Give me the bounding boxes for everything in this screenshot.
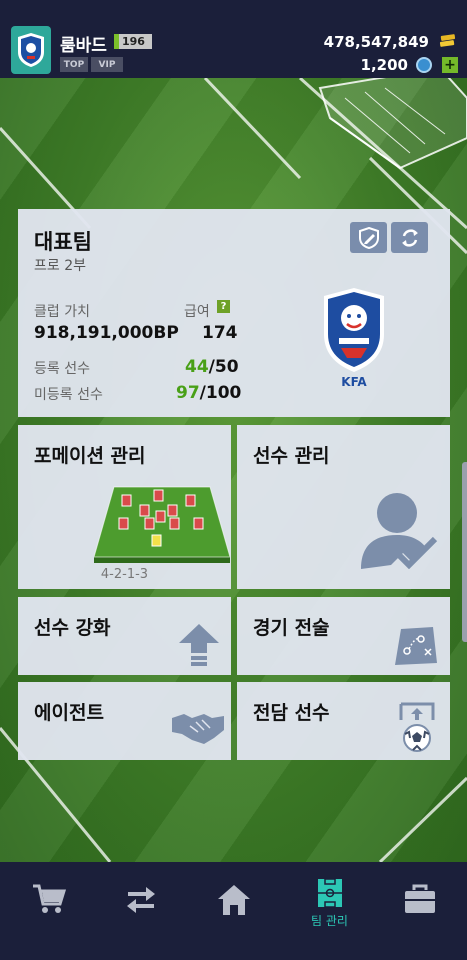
club-value-label: 클럽 가치	[34, 304, 90, 320]
rank-tag: TOP	[60, 57, 88, 72]
club-value: 918,191,000BP	[34, 323, 179, 343]
arrow-up-icon	[179, 624, 219, 666]
nav-transfer[interactable]	[94, 862, 187, 960]
match-tactics-title: 경기 전술	[253, 617, 330, 639]
agent-card[interactable]: 에이전트	[18, 682, 231, 760]
player-upgrade-card[interactable]: 선수 강화	[18, 597, 231, 675]
coin-amount: 478,547,849	[323, 33, 429, 51]
team-pitch-icon	[317, 878, 342, 908]
fc-amount: 1,200	[360, 56, 408, 74]
team-info-card[interactable]: 대표팀 프로 2부 클럽 가치 급여 ? 918,191,000BP 174 등…	[18, 209, 450, 417]
locker-icon	[404, 884, 435, 913]
handshake-icon	[172, 714, 224, 744]
bottom-navigation: 팀 관리	[0, 862, 467, 960]
nav-team-label: 팀 관리	[311, 914, 348, 928]
salary-help-icon[interactable]: ?	[217, 300, 230, 313]
level-badge: 196	[114, 34, 152, 49]
salary-label: 급여	[184, 304, 210, 320]
unregistered-players-count: 97/100	[176, 383, 242, 403]
exclusive-player-title: 전담 선수	[253, 702, 330, 724]
tactics-board-icon	[395, 627, 437, 665]
transfer-arrows-icon	[126, 887, 155, 913]
exclusive-player-card[interactable]: 전담 선수	[237, 682, 450, 760]
nav-home[interactable]	[187, 862, 280, 960]
nav-inventory[interactable]	[373, 862, 466, 960]
switch-team-button[interactable]	[391, 222, 428, 253]
team-title: 대표팀	[34, 230, 92, 254]
nav-shop[interactable]	[2, 862, 95, 960]
player-upgrade-title: 선수 강화	[34, 617, 111, 639]
club-emblem[interactable]	[11, 26, 51, 74]
svg-text:KFA: KFA	[341, 375, 367, 389]
registered-players-count: 44/50	[185, 357, 239, 377]
vip-tag: VIP	[91, 57, 123, 72]
coin-stack-icon	[439, 34, 456, 47]
formation-name: 4-2-1-3	[100, 567, 149, 582]
cart-icon	[32, 884, 66, 913]
side-panel-handle[interactable]	[462, 462, 467, 642]
team-division: 프로 2부	[34, 258, 86, 274]
top-bar: 룸바드 196 TOP VIP 478,547,849 1,200 +	[0, 0, 467, 78]
nav-team-management[interactable]: 팀 관리	[283, 862, 376, 960]
player-management-title: 선수 관리	[253, 445, 330, 467]
goal-net	[318, 78, 467, 170]
formation-pitch-icon	[94, 486, 230, 563]
agent-title: 에이전트	[34, 702, 104, 724]
swap-icon	[401, 228, 418, 247]
club-name: 룸바드	[60, 36, 107, 56]
formation-title: 포메이션 관리	[34, 445, 146, 467]
home-icon	[217, 885, 250, 915]
kfa-emblem: KFA	[324, 288, 384, 389]
salary-value: 174	[202, 323, 238, 343]
unregistered-players-label: 미등록 선수	[34, 387, 103, 403]
fc-coin-icon	[416, 57, 432, 73]
registered-players-label: 등록 선수	[34, 361, 90, 377]
goal-ball-icon	[399, 702, 435, 752]
match-tactics-card[interactable]: 경기 전술	[237, 597, 450, 675]
player-management-card[interactable]: 선수 관리	[237, 425, 450, 589]
player-check-icon	[361, 493, 438, 569]
add-currency-button[interactable]: +	[442, 57, 458, 73]
formation-management-card[interactable]: 포메이션 관리 4-2-1-3	[18, 425, 231, 589]
edit-shield-icon	[358, 226, 379, 249]
edit-team-button[interactable]	[350, 222, 387, 253]
